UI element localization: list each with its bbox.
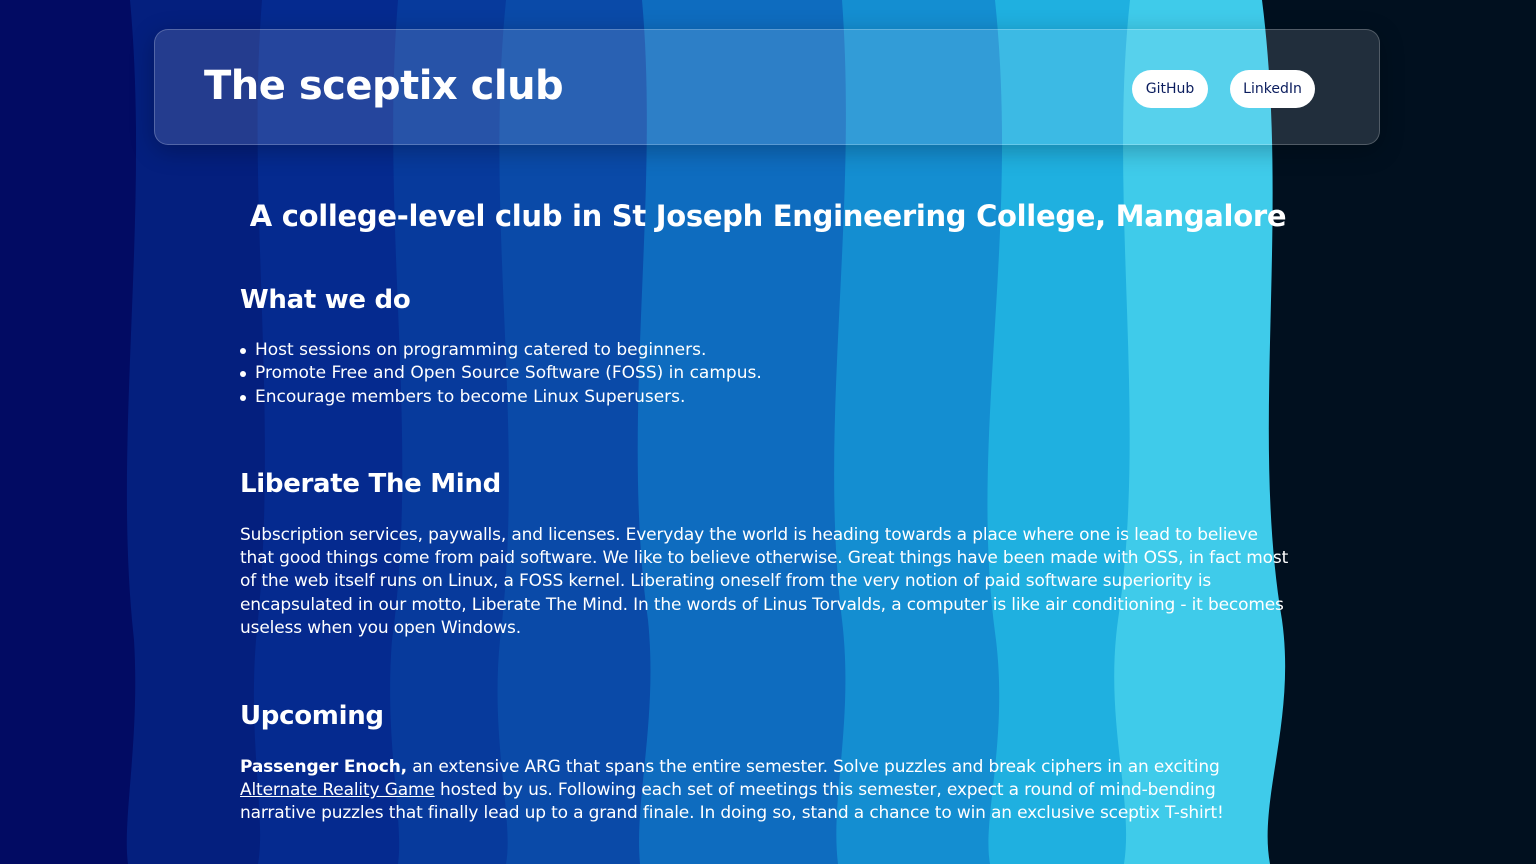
github-link-button[interactable]: GitHub (1132, 70, 1208, 108)
top-navbar: The sceptix club GitHub LinkedIn (154, 29, 1380, 145)
page-subtitle: A college-level club in St Joseph Engine… (249, 199, 1287, 233)
event-name: Passenger Enoch, (240, 757, 407, 777)
page-content: The sceptix club GitHub LinkedIn A colle… (0, 0, 1536, 864)
upcoming-paragraph: Passenger Enoch, an extensive ARG that s… (240, 756, 1290, 826)
site-title: The sceptix club (204, 63, 564, 109)
what-we-do-list: Host sessions on programming catered to … (240, 339, 762, 409)
upcoming-heading: Upcoming (240, 701, 384, 731)
event-text-before-link: an extensive ARG that spans the entire s… (406, 757, 1220, 777)
liberate-paragraph: Subscription services, paywalls, and lic… (240, 525, 1289, 638)
list-item: Promote Free and Open Source Software (F… (240, 362, 762, 385)
arg-link[interactable]: Alternate Reality Game (240, 780, 435, 800)
list-item: Encourage members to become Linux Superu… (240, 386, 762, 409)
linkedin-link-button[interactable]: LinkedIn (1230, 70, 1315, 108)
liberate-heading: Liberate The Mind (240, 469, 501, 499)
what-we-do-heading: What we do (240, 285, 411, 315)
list-item: Host sessions on programming catered to … (240, 339, 762, 362)
